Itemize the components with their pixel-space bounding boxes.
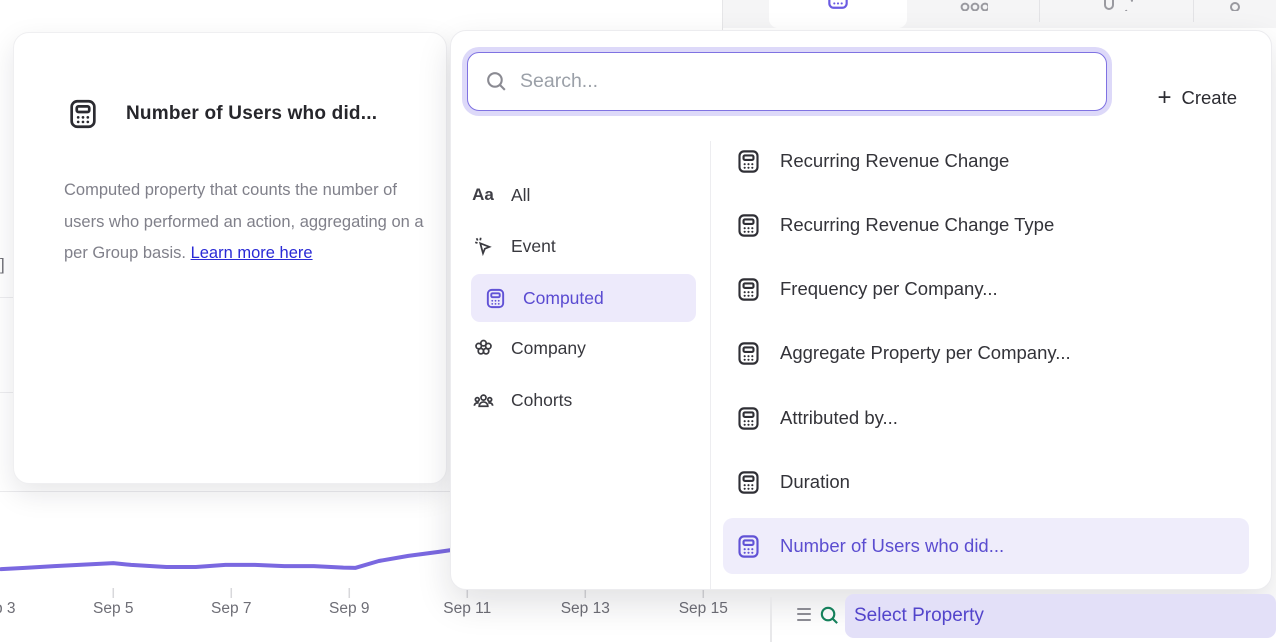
calculator-icon (823, 0, 853, 11)
category-item-company[interactable]: Company (471, 331, 586, 365)
panel-column-divider (710, 141, 711, 589)
category-item-cohorts[interactable]: Cohorts (471, 383, 572, 417)
background-row-divider (0, 392, 13, 393)
calculator-icon (735, 405, 762, 432)
create-button[interactable]: + Create (1157, 87, 1237, 109)
svg-text:Sep 13: Sep 13 (561, 600, 610, 617)
calculator-icon (735, 276, 762, 303)
circle-icon (1220, 0, 1250, 11)
tooltip-title: Number of Users who did... (126, 103, 377, 125)
svg-text:Sep 15: Sep 15 (679, 600, 728, 617)
aa-glyph: Aa (472, 185, 494, 205)
property-search-icon[interactable] (818, 604, 841, 632)
clipped-background-text: ] (0, 255, 5, 275)
category-item-event[interactable]: Event (471, 229, 556, 263)
category-label: Company (511, 338, 586, 359)
category-label: All (511, 185, 530, 206)
result-label: Number of Users who did... (780, 535, 1004, 557)
svg-text:Sep 5: Sep 5 (93, 600, 134, 617)
result-label: Recurring Revenue Change (780, 150, 1009, 172)
property-picker-panel: + Create Aa All Event (450, 30, 1272, 590)
bottom-row-divider (770, 597, 772, 642)
drag-handle-icon[interactable] (797, 608, 811, 624)
tab-report-4[interactable] (1193, 0, 1276, 28)
category-column: Aa All Event (451, 141, 710, 591)
svg-text:Sep 7: Sep 7 (211, 600, 252, 617)
svg-text:Sep 3: Sep 3 (0, 600, 16, 617)
category-item-computed[interactable]: Computed (471, 274, 696, 322)
result-item[interactable]: Attributed by... (723, 390, 1249, 446)
category-label: Cohorts (511, 390, 572, 411)
result-item[interactable]: Aggregate Property per Company... (723, 325, 1249, 381)
search-input[interactable] (467, 52, 1107, 111)
calculator-icon (735, 469, 762, 496)
tooltip-description: Computed property that counts the number… (64, 175, 426, 270)
app-root: ] Sep 3 Sep 5 Sep 7 Sep 9 Sep 11 Sep 13 Sep 15 (0, 0, 1276, 642)
tab-report-2[interactable] (907, 0, 1039, 28)
category-label: Computed (523, 288, 604, 309)
plus-icon: + (1157, 88, 1171, 108)
category-label: Event (511, 236, 556, 257)
company-cluster-icon (471, 337, 495, 360)
result-item[interactable]: Frequency per Company... (723, 261, 1249, 317)
cursor-click-icon (471, 235, 495, 257)
property-tooltip-card: Number of Users who did... Computed prop… (13, 32, 447, 484)
people-group-icon (471, 389, 495, 412)
result-item[interactable]: Recurring Revenue Change (723, 133, 1249, 189)
result-label: Attributed by... (780, 407, 898, 429)
text-aa-icon: Aa (471, 185, 495, 205)
curve-icon (1099, 0, 1133, 11)
tab-report-3[interactable] (1039, 0, 1193, 28)
create-button-label: Create (1181, 87, 1237, 109)
calculator-icon (483, 287, 507, 310)
svg-text:Sep 9: Sep 9 (329, 600, 370, 617)
category-item-all[interactable]: Aa All (471, 178, 530, 212)
result-label: Frequency per Company... (780, 278, 998, 300)
learn-more-link[interactable]: Learn more here (191, 244, 313, 262)
select-property-field[interactable]: Select Property (845, 594, 1276, 638)
result-label: Aggregate Property per Company... (780, 342, 1071, 364)
calculator-icon (735, 148, 762, 175)
result-item[interactable]: Recurring Revenue Change Type (723, 197, 1249, 253)
report-type-tabbar (722, 0, 1276, 28)
svg-text:Sep 11: Sep 11 (443, 600, 491, 617)
calculator-icon (735, 212, 762, 239)
result-item-selected[interactable]: Number of Users who did... (723, 518, 1249, 574)
result-label: Recurring Revenue Change Type (780, 214, 1054, 236)
select-property-label: Select Property (854, 605, 984, 627)
result-item[interactable]: Duration (723, 454, 1249, 510)
result-label: Duration (780, 471, 850, 493)
tab-computed[interactable] (769, 0, 907, 28)
calculator-icon (735, 340, 762, 367)
background-row-divider (0, 297, 13, 298)
calculator-icon (66, 97, 100, 131)
calculator-icon (735, 533, 762, 560)
three-dots-icon (958, 0, 988, 11)
